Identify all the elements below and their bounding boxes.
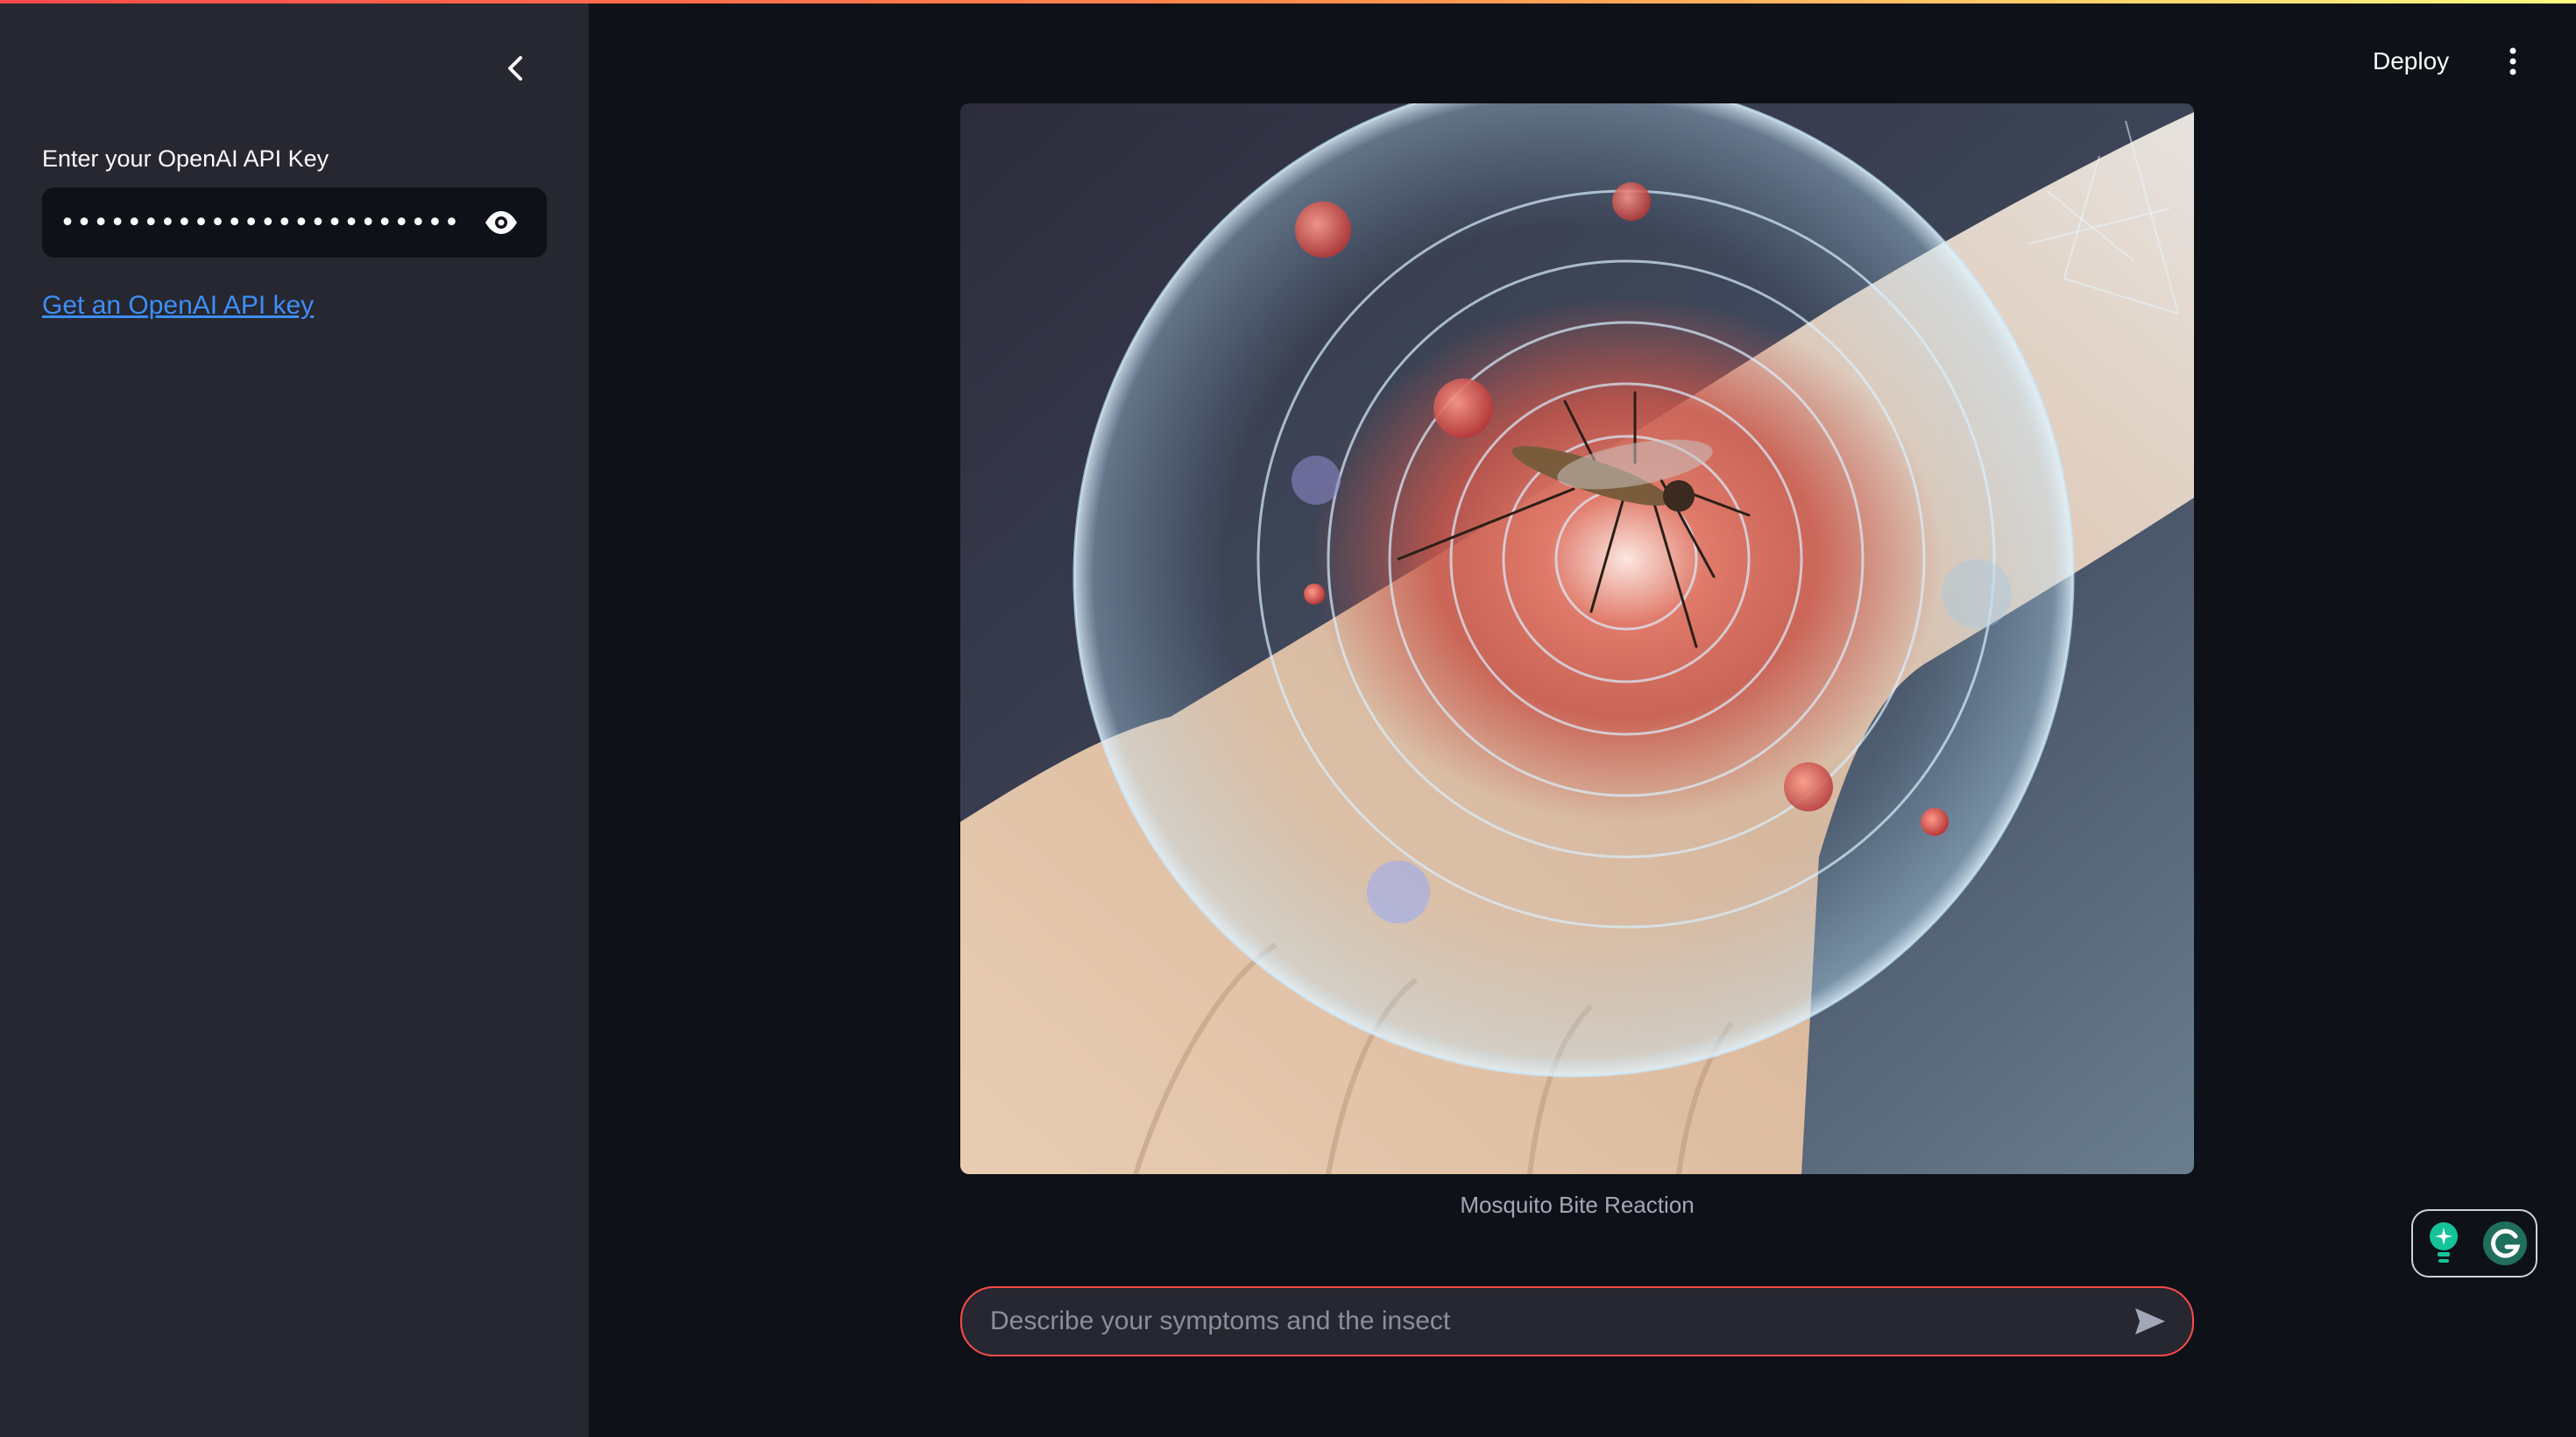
main-menu-button[interactable] (2494, 40, 2532, 82)
sidebar-collapse-button[interactable] (496, 49, 534, 88)
api-key-field (42, 188, 547, 258)
reveal-password-button[interactable] (473, 195, 529, 251)
more-vertical-icon (2509, 47, 2516, 75)
mosquito-bite-illustration (960, 103, 2194, 1174)
grammarly-button[interactable] (2480, 1219, 2530, 1268)
writing-assistant-button[interactable] (2419, 1219, 2468, 1268)
api-key-label: Enter your OpenAI API Key (42, 145, 329, 172)
chevron-left-icon (508, 56, 522, 81)
grammarly-widget (2411, 1209, 2537, 1278)
image-caption: Mosquito Bite Reaction (1460, 1192, 1695, 1218)
deploy-button[interactable]: Deploy (2366, 42, 2456, 81)
top-decoration-stripe (0, 0, 2576, 4)
sidebar: Enter your OpenAI API Key Get an OpenAI … (0, 0, 589, 1437)
get-api-key-link[interactable]: Get an OpenAI API key (42, 291, 314, 321)
grammarly-icon (2483, 1221, 2527, 1265)
send-icon (2135, 1308, 2165, 1334)
chat-input-container (960, 1286, 2194, 1356)
eye-icon (485, 211, 517, 234)
api-key-input[interactable] (58, 195, 461, 250)
send-message-button[interactable] (2124, 1295, 2176, 1348)
symptoms-chat-input[interactable] (988, 1299, 2124, 1344)
lightbulb-icon (2430, 1222, 2458, 1263)
